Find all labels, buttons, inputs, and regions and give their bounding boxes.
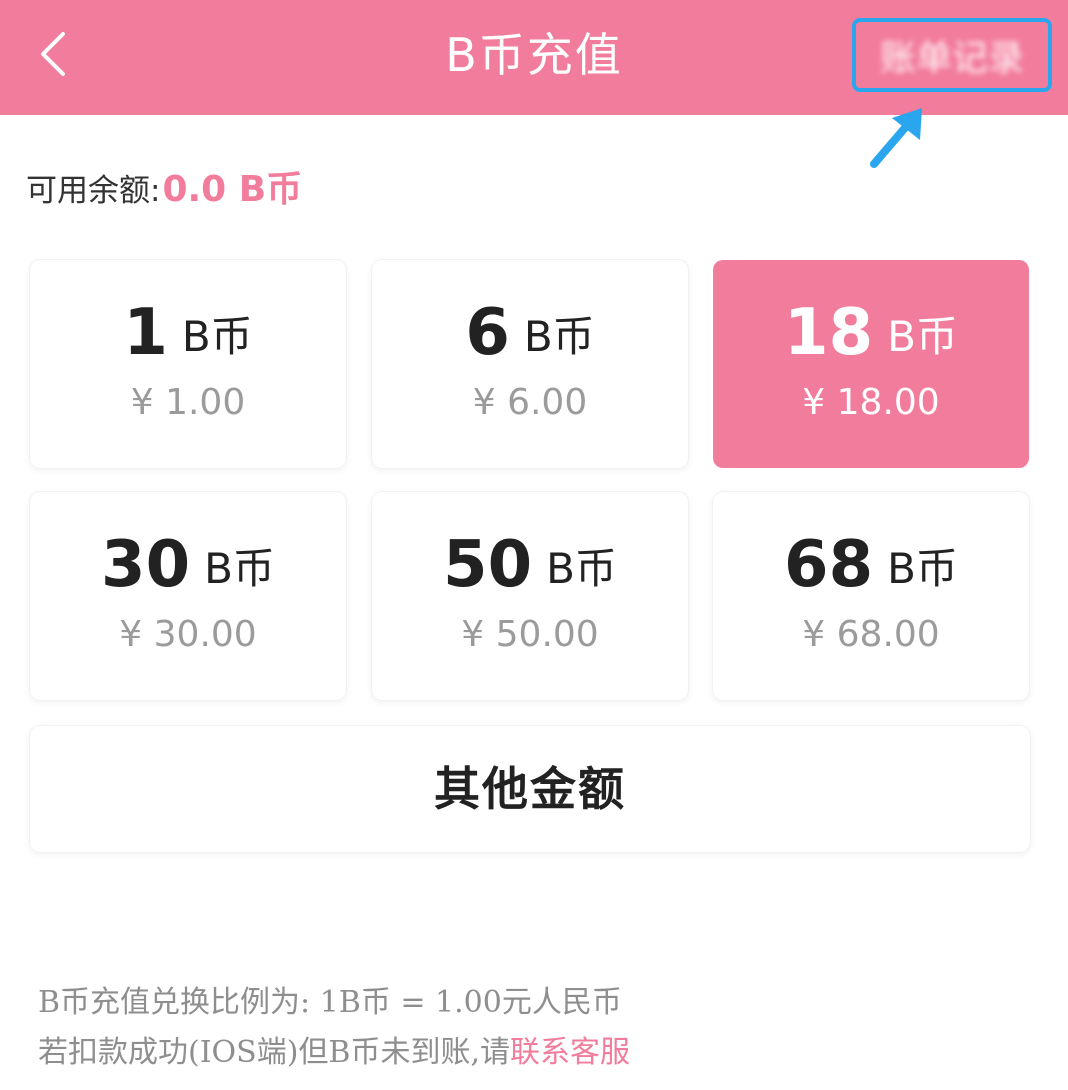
option-unit: B币 <box>204 543 275 593</box>
option-price: ¥ 1.00 <box>130 382 246 423</box>
balance-row: 可用余额:0.0 B币 <box>26 160 302 212</box>
option-unit: B币 <box>523 311 595 361</box>
option-price: ¥ 68.00 <box>802 614 940 655</box>
annotation-arrow-icon <box>870 108 922 168</box>
option-price: ¥ 50.00 <box>461 614 599 655</box>
option-unit: B币 <box>887 543 958 593</box>
option-coins: 68 <box>784 528 874 602</box>
balance-label: 可用余额: <box>26 173 161 209</box>
option-unit: B币 <box>546 543 617 593</box>
other-amount-button[interactable]: 其他金额 <box>30 726 1030 852</box>
option-coins: 18 <box>784 296 874 370</box>
bill-record-link[interactable]: 账单记录 <box>852 18 1052 92</box>
recharge-option-18[interactable]: 18 B币 ¥ 18.00 <box>713 260 1029 468</box>
exchange-rate-note: B币充值兑换比例为: 1B币 = 1.00元人民币 <box>38 985 622 1020</box>
option-unit: B币 <box>181 311 253 361</box>
balance-amount: 0.0 B币 <box>162 169 303 210</box>
bill-record-label: 账单记录 <box>879 38 1024 79</box>
recharge-option-68[interactable]: 68 B币 ¥ 68.00 <box>713 492 1029 700</box>
issue-note: 若扣款成功(IOS端)但B币未到账,请联系客服 <box>38 1028 630 1078</box>
option-price: ¥ 18.00 <box>802 382 940 423</box>
option-coins: 50 <box>443 528 533 602</box>
option-price: ¥ 6.00 <box>472 382 588 423</box>
recharge-notes: B币充值兑换比例为: 1B币 = 1.00元人民币 若扣款成功(IOS端)但B币… <box>38 978 630 1078</box>
issue-note-text: 若扣款成功(IOS端)但B币未到账,请 <box>38 1035 510 1070</box>
option-unit: B币 <box>887 311 958 361</box>
recharge-option-6[interactable]: 6 B币 ¥ 6.00 <box>372 260 688 468</box>
recharge-option-30[interactable]: 30 B币 ¥ 30.00 <box>30 492 346 700</box>
option-coins: 6 <box>465 296 510 370</box>
top-bar: B币充值 账单记录 <box>0 0 1068 115</box>
option-coins: 1 <box>123 296 168 370</box>
option-coins: 30 <box>101 528 191 602</box>
recharge-option-50[interactable]: 50 B币 ¥ 50.00 <box>372 492 688 700</box>
option-price: ¥ 30.00 <box>119 614 257 655</box>
contact-support-link[interactable]: 联系客服 <box>510 1035 630 1070</box>
recharge-option-1[interactable]: 1 B币 ¥ 1.00 <box>30 260 346 468</box>
